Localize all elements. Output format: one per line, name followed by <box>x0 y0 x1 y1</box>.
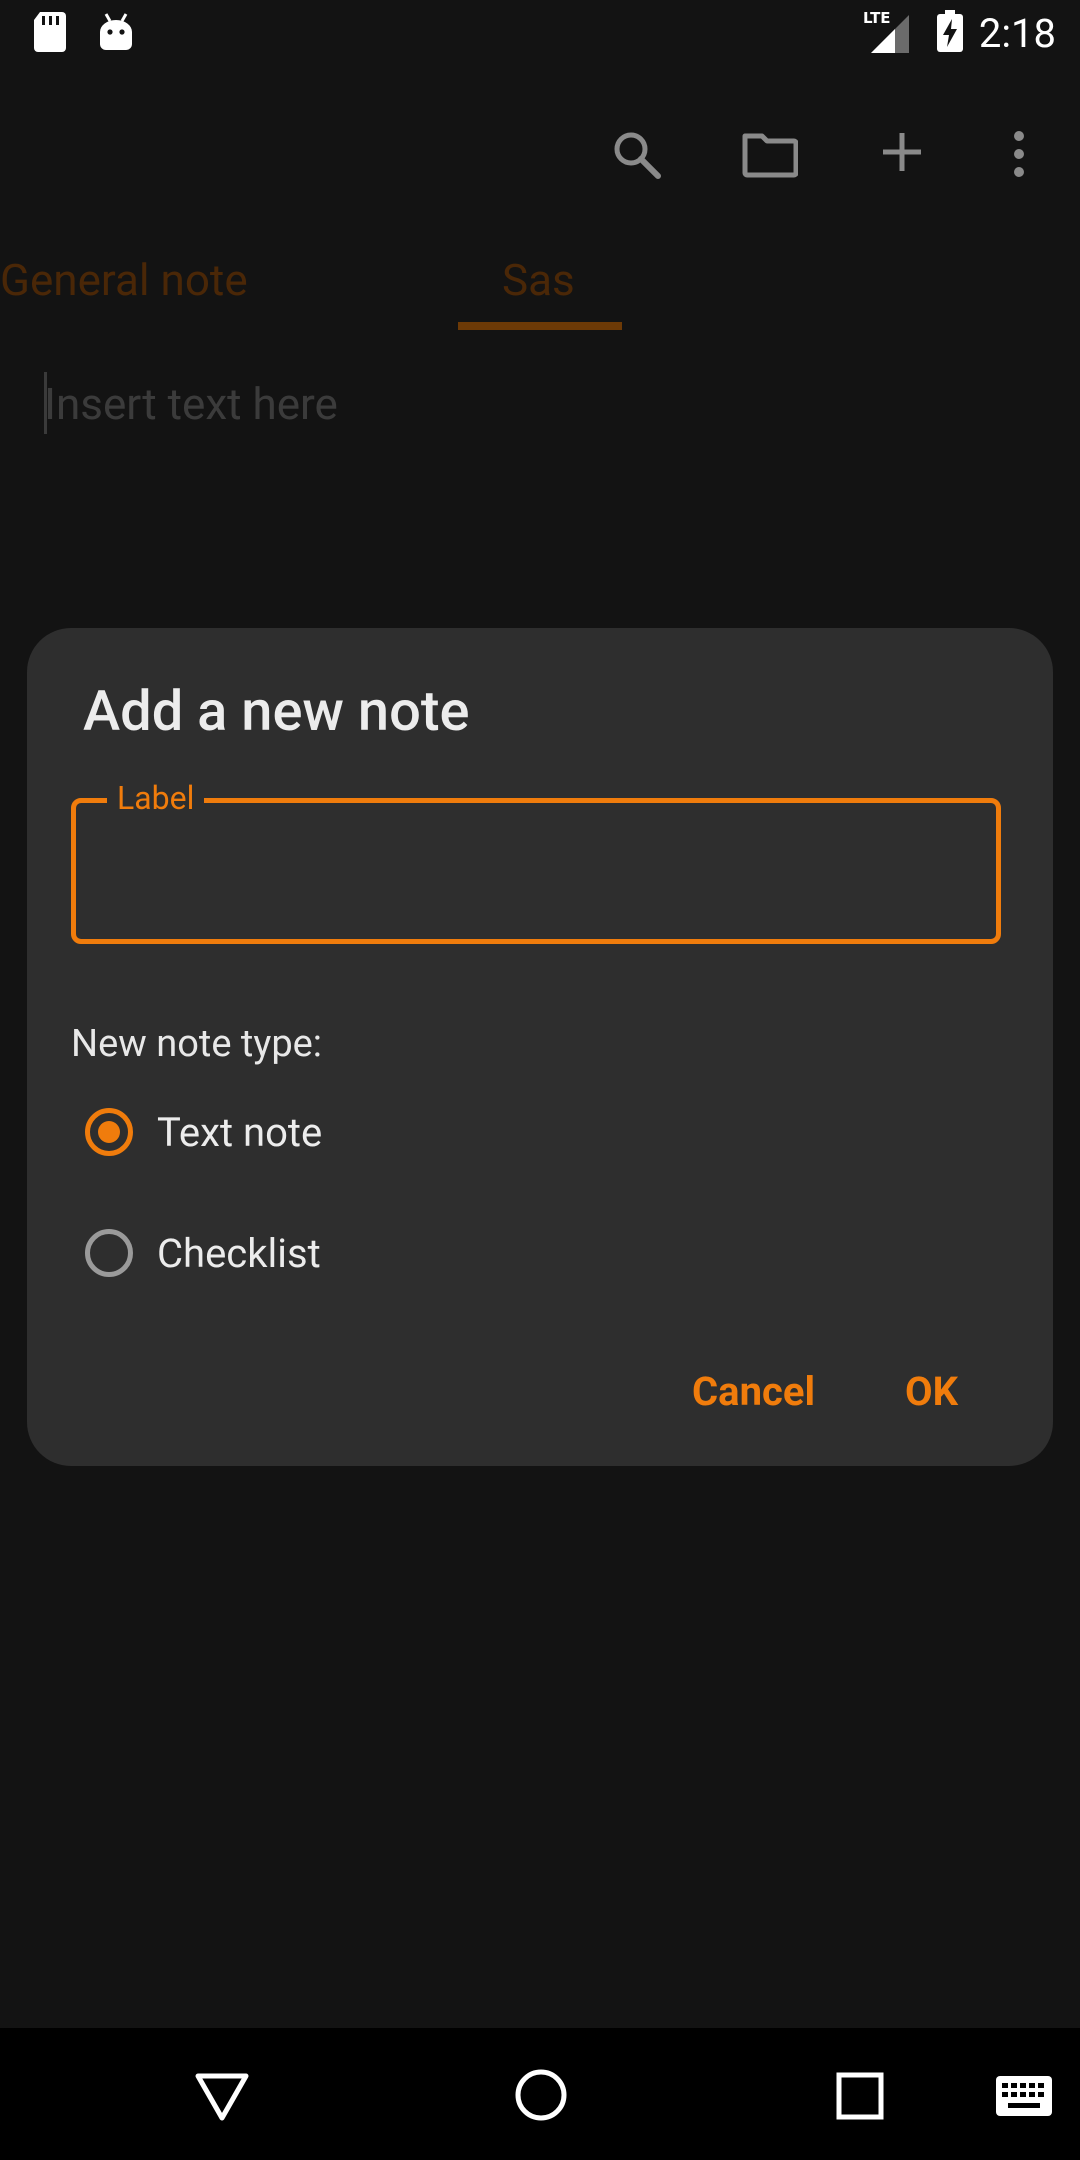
svg-text:LTE: LTE <box>863 9 891 27</box>
option-checklist[interactable]: Checklist <box>85 1223 321 1283</box>
ok-button[interactable]: OK <box>905 1368 958 1415</box>
keyboard-icon[interactable] <box>996 2076 1052 2120</box>
tab-sas[interactable]: Sas <box>502 254 575 306</box>
add-icon[interactable] <box>880 130 928 178</box>
status-bar: LTE 2:18 <box>0 0 1080 66</box>
toolbar <box>0 110 1080 198</box>
note-type-heading: New note type: <box>71 1022 323 1066</box>
back-icon[interactable] <box>194 2072 250 2126</box>
sd-card-icon <box>32 12 68 56</box>
option-label: Text note <box>157 1108 323 1156</box>
lte-signal-icon: LTE <box>863 9 917 57</box>
cancel-button[interactable]: Cancel <box>692 1368 815 1415</box>
note-text-input[interactable]: Insert text here <box>44 378 338 430</box>
android-icon <box>98 12 134 56</box>
tab-indicator <box>458 322 622 330</box>
option-label: Checklist <box>157 1229 321 1277</box>
option-text-note[interactable]: Text note <box>85 1102 322 1162</box>
more-vert-icon[interactable] <box>1004 130 1052 178</box>
battery-charging-icon <box>936 10 963 56</box>
radio-dot <box>98 1121 120 1143</box>
home-icon[interactable] <box>514 2068 568 2126</box>
radio-selected-icon[interactable] <box>85 1108 133 1156</box>
label-input-legend: Label <box>107 780 205 816</box>
search-icon[interactable] <box>612 130 661 179</box>
tab-general-note[interactable]: General note <box>0 254 248 306</box>
recents-icon[interactable] <box>836 2072 884 2124</box>
folder-icon[interactable] <box>742 130 799 178</box>
radio-unselected-icon[interactable] <box>85 1229 133 1277</box>
add-note-dialog: Add a new note Label New note type: Text… <box>27 628 1053 1466</box>
tab-bar: General note Sas <box>0 240 1080 332</box>
status-right: LTE 2:18 <box>863 0 1056 66</box>
navigation-bar <box>0 2028 1080 2160</box>
label-input[interactable] <box>71 798 1001 944</box>
clock: 2:18 <box>978 9 1056 57</box>
dialog-title: Add a new note <box>83 678 470 744</box>
